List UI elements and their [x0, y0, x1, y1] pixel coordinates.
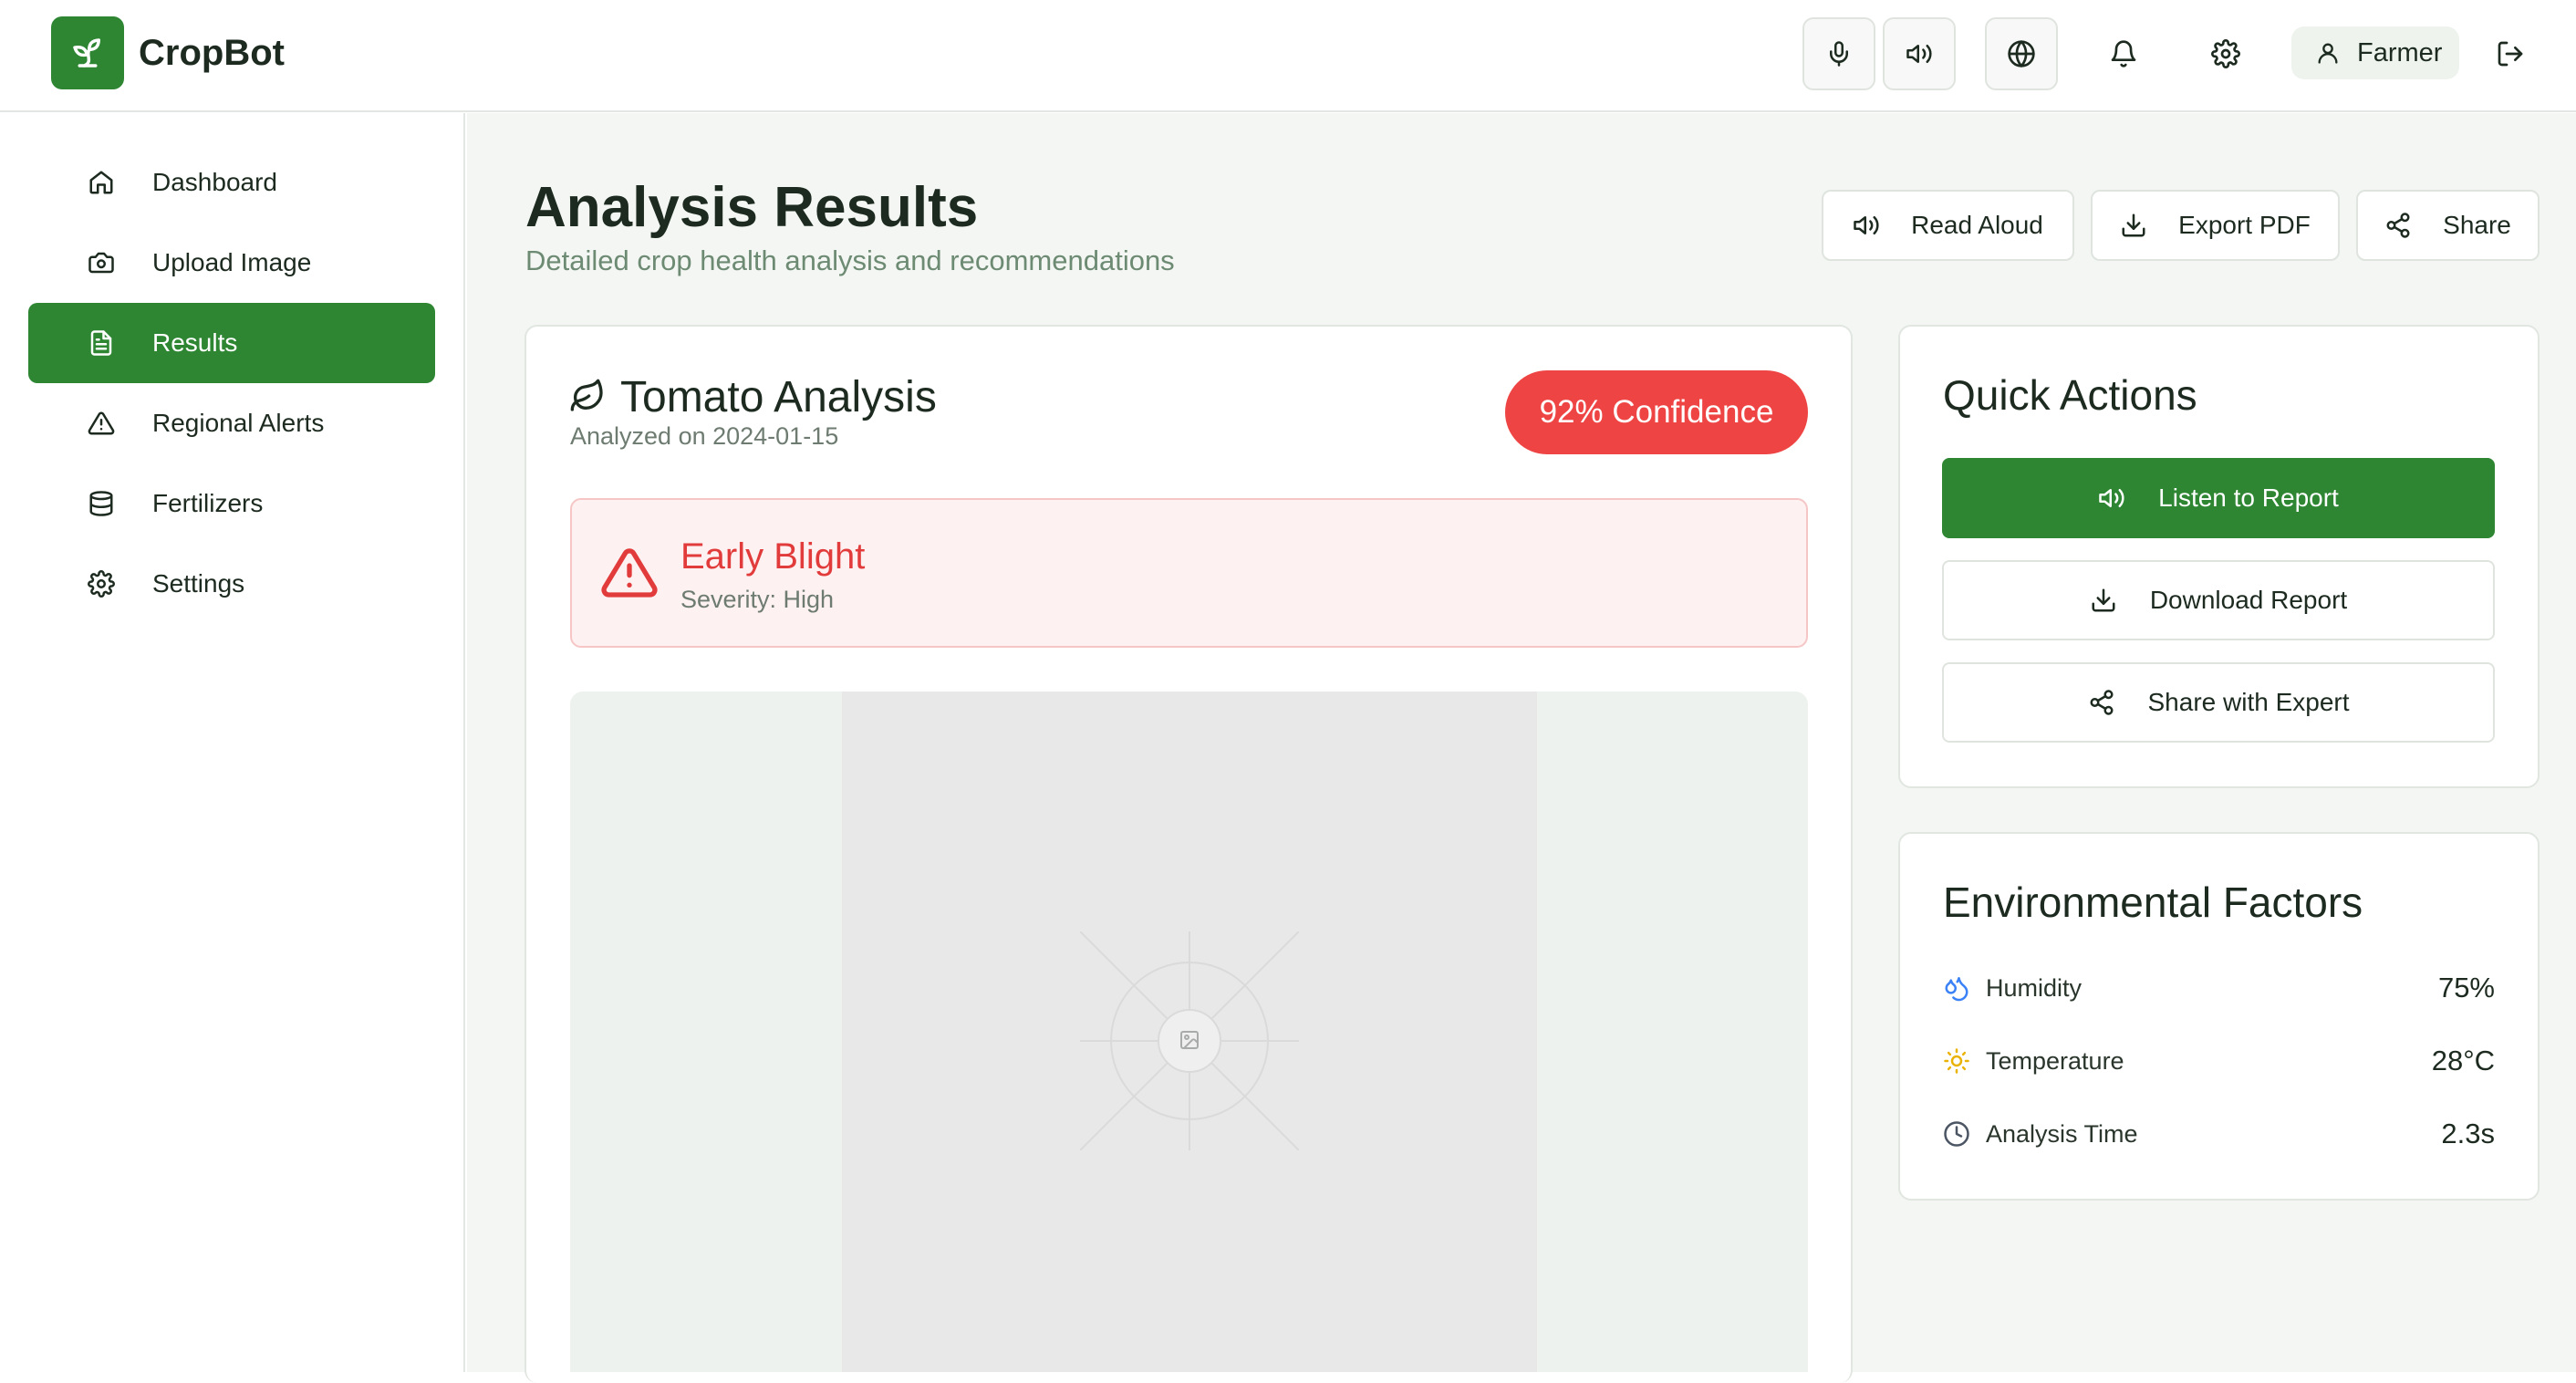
sidebar-item-label: Fertilizers [152, 489, 264, 517]
quick-actions-title: Quick Actions [1943, 371, 2197, 419]
disease-name: Early Blight [680, 536, 866, 577]
sun-icon [1942, 1047, 1971, 1075]
notifications-button[interactable] [2087, 17, 2160, 90]
confidence-badge: 92% Confidence [1505, 370, 1808, 454]
page-subtitle: Detailed crop health analysis and recomm… [525, 244, 1175, 276]
alert-triangle-icon [83, 410, 119, 437]
env-value: 2.3s [2441, 1118, 2495, 1149]
download-report-button[interactable]: Download Report [1942, 560, 2495, 640]
bell-icon [2109, 39, 2138, 68]
top-header: CropBot Farmer [0, 0, 2576, 112]
user-icon [2315, 40, 2341, 66]
crop-image-frame [570, 692, 1808, 1372]
sidebar-item-regional-alerts[interactable]: Regional Alerts [28, 383, 435, 463]
share-icon [2088, 689, 2115, 716]
speaker-button[interactable] [1883, 17, 1956, 90]
sidebar-item-upload-image[interactable]: Upload Image [28, 223, 435, 303]
image-icon [1179, 1029, 1200, 1051]
sidebar-item-fertilizers[interactable]: Fertilizers [28, 463, 435, 544]
leaf-icon [569, 378, 606, 414]
sidebar: Dashboard Upload Image Results Regional … [0, 113, 465, 1372]
speaker-icon [2098, 484, 2125, 512]
export-pdf-button[interactable]: Export PDF [2091, 190, 2340, 261]
camera-icon [83, 249, 119, 276]
env-row-humidity: Humidity 75% [1942, 965, 2495, 1011]
voice-input-button[interactable] [1802, 17, 1875, 90]
sprout-logo-icon [51, 16, 124, 89]
analysis-title: Tomato Analysis [620, 373, 937, 421]
gear-icon [2211, 39, 2240, 68]
env-row-temperature: Temperature 28°C [1942, 1038, 2495, 1084]
env-label: Humidity [1986, 973, 2083, 1002]
read-aloud-button[interactable]: Read Aloud [1822, 190, 2074, 261]
document-icon [83, 329, 119, 357]
environmental-factors-title: Environmental Factors [1943, 879, 2363, 926]
sidebar-item-label: Upload Image [152, 248, 312, 276]
crop-image-placeholder [842, 692, 1537, 1372]
clock-icon [1942, 1120, 1971, 1148]
analysis-date: Analyzed on 2024-01-15 [570, 422, 839, 450]
env-value: 75% [2437, 972, 2495, 1003]
read-aloud-label: Read Aloud [1911, 211, 2043, 239]
env-row-analysis-time: Analysis Time 2.3s [1942, 1111, 2495, 1157]
microphone-icon [1825, 40, 1853, 68]
download-icon [2120, 212, 2147, 239]
globe-icon [2007, 39, 2036, 68]
speaker-icon [1906, 40, 1933, 68]
share-button[interactable]: Share [2356, 190, 2540, 261]
warning-triangle-icon [600, 544, 659, 602]
share-icon [2384, 212, 2412, 239]
share-with-expert-button[interactable]: Share with Expert [1942, 662, 2495, 743]
listen-to-report-button[interactable]: Listen to Report [1942, 458, 2495, 538]
sidebar-item-label: Regional Alerts [152, 409, 325, 437]
page-title: Analysis Results [525, 176, 979, 239]
download-icon [2090, 587, 2117, 614]
env-label: Temperature [1986, 1046, 2124, 1075]
sidebar-item-settings[interactable]: Settings [28, 544, 435, 624]
user-name: Farmer [2357, 37, 2443, 68]
share-label: Share [2443, 211, 2511, 239]
env-value: 28°C [2431, 1045, 2495, 1076]
logout-button[interactable] [2474, 17, 2547, 90]
sidebar-item-results[interactable]: Results [28, 303, 435, 383]
sidebar-item-label: Dashboard [152, 168, 277, 196]
sidebar-item-dashboard[interactable]: Dashboard [28, 142, 435, 223]
speaker-icon [1853, 212, 1880, 239]
sidebar-item-label: Results [152, 328, 238, 357]
listen-to-report-label: Listen to Report [2158, 484, 2339, 512]
user-menu-button[interactable]: Farmer [2291, 26, 2459, 79]
sidebar-item-label: Settings [152, 569, 245, 598]
home-icon [83, 169, 119, 196]
export-pdf-label: Export PDF [2178, 211, 2311, 239]
database-icon [83, 490, 119, 517]
gear-icon [83, 570, 119, 598]
settings-button[interactable] [2189, 17, 2262, 90]
droplets-icon [1942, 974, 1971, 1002]
logout-icon [2496, 39, 2525, 68]
download-report-label: Download Report [2149, 586, 2348, 614]
disease-severity: Severity: High [680, 586, 835, 613]
share-with-expert-label: Share with Expert [2147, 688, 2350, 716]
app-name: CropBot [139, 33, 285, 73]
env-label: Analysis Time [1986, 1119, 2138, 1148]
language-button[interactable] [1985, 17, 2058, 90]
